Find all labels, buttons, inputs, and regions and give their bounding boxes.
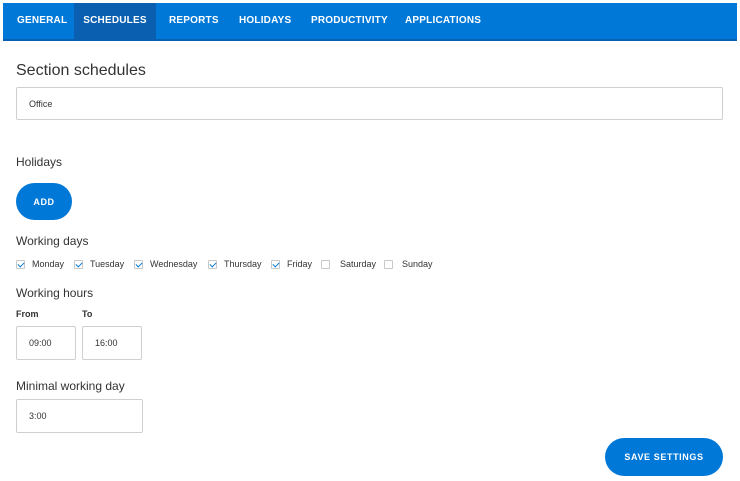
monday-checkbox[interactable] <box>16 259 25 269</box>
saturday-checkbox[interactable] <box>321 259 330 269</box>
tuesday-label: Tuesday <box>90 259 125 269</box>
tab-reports[interactable]: REPORTS <box>169 3 219 39</box>
holidays-label: Holidays <box>16 155 63 169</box>
tab-holidays[interactable]: HOLIDAYS <box>239 3 291 39</box>
working-hours-label: Working hours <box>16 286 94 300</box>
day-monday[interactable]: Monday <box>16 258 64 270</box>
day-friday[interactable]: Friday <box>271 258 312 270</box>
tuesday-checkbox[interactable] <box>74 259 83 269</box>
day-tuesday[interactable]: Tuesday <box>74 258 124 270</box>
friday-checkbox[interactable] <box>271 259 280 269</box>
working-days-label: Working days <box>16 234 89 248</box>
day-thursday[interactable]: Thursday <box>208 258 262 270</box>
thursday-checkbox[interactable] <box>208 259 217 269</box>
minimal-working-day-label: Minimal working day <box>16 379 125 393</box>
thursday-label: Thursday <box>224 259 262 269</box>
wednesday-label: Wednesday <box>150 259 198 269</box>
day-sunday[interactable]: Sunday <box>384 258 433 270</box>
to-time-input[interactable] <box>82 326 142 360</box>
day-saturday[interactable]: Saturday <box>321 258 376 270</box>
tab-applications[interactable]: APPLICATIONS <box>405 3 481 39</box>
schedule-name-input[interactable] <box>16 87 723 120</box>
save-settings-button[interactable]: SAVE SETTINGS <box>605 438 723 476</box>
wednesday-checkbox[interactable] <box>134 259 143 269</box>
top-navigation: GENERAL SCHEDULES REPORTS HOLIDAYS PRODU… <box>3 3 737 41</box>
friday-label: Friday <box>287 259 313 269</box>
tab-productivity[interactable]: PRODUCTIVITY <box>311 3 388 39</box>
monday-label: Monday <box>32 259 65 269</box>
add-holiday-button[interactable]: ADD <box>16 183 72 220</box>
from-label: From <box>16 309 39 319</box>
day-wednesday[interactable]: Wednesday <box>134 258 197 270</box>
to-label: To <box>82 309 93 319</box>
saturday-label: Saturday <box>340 259 377 269</box>
sunday-label: Sunday <box>402 259 433 269</box>
tab-schedules[interactable]: SCHEDULES <box>74 3 156 39</box>
minimal-working-day-input[interactable] <box>16 399 143 433</box>
sunday-checkbox[interactable] <box>384 259 393 269</box>
page-title: Section schedules <box>16 62 146 79</box>
tab-general[interactable]: GENERAL <box>17 3 67 39</box>
from-time-input[interactable] <box>16 326 76 360</box>
